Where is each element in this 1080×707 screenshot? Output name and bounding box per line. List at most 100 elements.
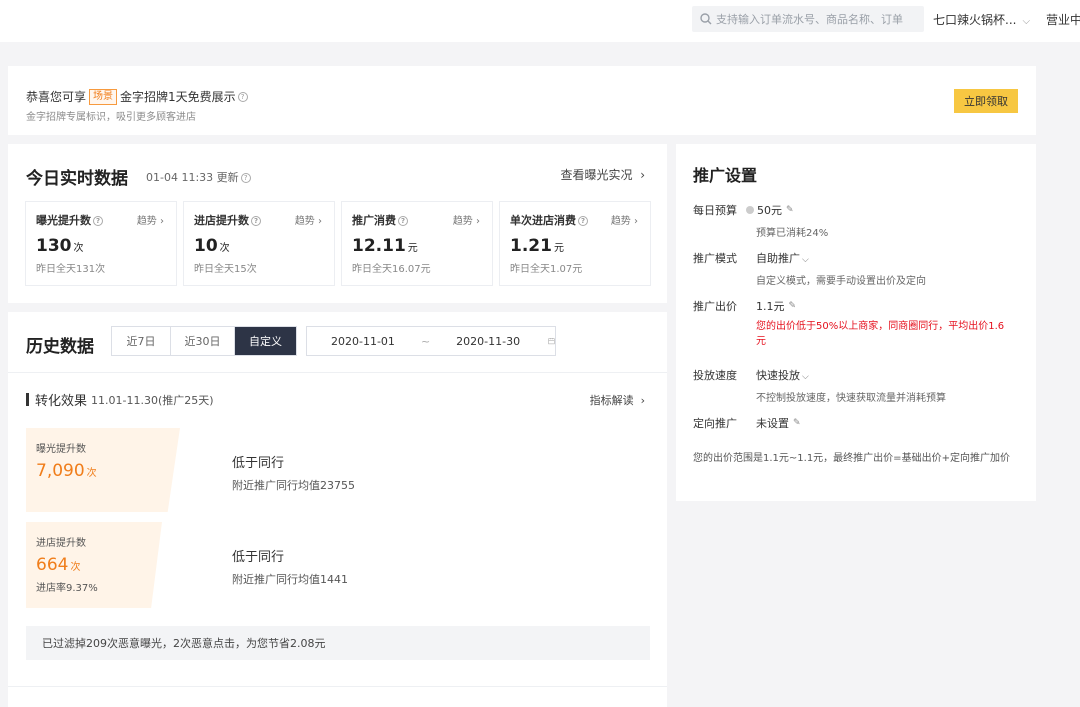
search-icon (700, 13, 712, 25)
edit-icon[interactable]: ✎ (789, 301, 797, 311)
help-icon[interactable]: ? (237, 91, 248, 102)
settings-title: 推广设置 (693, 166, 758, 185)
trend-link[interactable]: 趋势 › (611, 212, 638, 227)
chevron-right-icon: › (160, 216, 164, 227)
metric-card-cost-per-visit: 单次进店消费? 趋势 › 1.21 元 昨日全天1.07元 (499, 201, 651, 286)
conversion-range: 11.01-11.30(推广25天) (91, 393, 214, 407)
metric-value: 1.21 元 (510, 236, 564, 256)
banner-subtitle: 金字招牌专属标识，吸引更多顾客进店 (26, 112, 196, 123)
edit-icon[interactable]: ✎ (793, 418, 801, 428)
bid-label: 推广出价 (693, 300, 737, 313)
chevron-right-icon: › (318, 216, 322, 227)
bid-row: 推广出价 1.1元 ✎ (693, 298, 796, 314)
targeting-label: 定向推广 (693, 417, 737, 430)
divider (8, 686, 667, 687)
mode-note: 自定义模式，需要手动设置出价及定向 (756, 276, 926, 287)
today-title: 今日实时数据 (26, 169, 128, 189)
banner-prefix: 恭喜您可享 (26, 90, 87, 104)
tab-last-7-days[interactable]: 近7日 (112, 327, 171, 355)
filter-note: 已过滤掉209次恶意曝光，2次恶意点击，为您节省2.08元 (26, 626, 650, 660)
compare-label: 低于同行 (232, 550, 285, 565)
chevron-down-icon: ⌵ (1022, 16, 1031, 27)
store-name: 七口辣火锅杯... (933, 13, 1017, 27)
speed-row: 投放速度 快速投放 ⌵ (693, 367, 809, 383)
chevron-right-icon: › (634, 216, 638, 227)
info-icon[interactable] (746, 206, 754, 214)
funnel-compare-exposure: 低于同行 附近推广同行均值23755 (232, 452, 355, 493)
speed-select[interactable]: 快速投放 ⌵ (756, 367, 809, 383)
promo-banner: 恭喜您可享 场景 金字招牌1天免费展示 ? 金字招牌专属标识，吸引更多顾客进店 … (8, 66, 1036, 135)
range-tabs: 近7日 近30日 自定义 (111, 326, 297, 356)
end-date[interactable]: 2020-11-30 (456, 335, 520, 348)
budget-value: 50元 (757, 204, 782, 217)
metric-explain-link[interactable]: 指标解读 › (590, 392, 645, 408)
bid-range-note: 您的出价范围是1.1元~1.1元，最终推广出价=基础出价+定向推广加价 (693, 453, 1010, 464)
targeting-row: 定向推广 未设置 ✎ (693, 415, 801, 431)
history-title: 历史数据 (26, 337, 94, 357)
help-icon[interactable]: ? (240, 173, 251, 183)
promotion-settings-panel: 推广设置 每日预算 50元 ✎ 预算已消耗24% 推广模式 自助推广 ⌵ 自定义模… (676, 144, 1036, 501)
funnel-step-visits: 进店提升数 664 次 进店率9.37% (26, 522, 162, 608)
banner-title: 金字招牌1天免费展示 (120, 90, 236, 104)
date-separator: ~ (420, 334, 431, 348)
help-icon[interactable]: ? (398, 216, 408, 226)
budget-label: 每日预算 (693, 204, 737, 217)
start-date[interactable]: 2020-11-01 (331, 335, 395, 348)
speed-note: 不控制投放速度，快速获取流量并消耗预算 (756, 393, 946, 404)
metric-card-visits: 进店提升数? 趋势 › 10 次 昨日全天15次 (183, 201, 335, 286)
compare-label: 低于同行 (232, 456, 285, 471)
help-icon[interactable]: ? (251, 216, 261, 226)
mode-row: 推广模式 自助推广 ⌵ (693, 250, 809, 266)
search-box[interactable]: 支持输入订单流水号、商品名称、订单 (692, 6, 924, 32)
store-selector[interactable]: 七口辣火锅杯... ⌵ (933, 11, 1030, 28)
budget-row: 每日预算 50元 ✎ (693, 202, 794, 218)
conversion-title: 转化效果 (35, 394, 88, 409)
trend-link[interactable]: 趋势 › (453, 212, 480, 227)
funnel-step-exposure: 曝光提升数 7,090 次 (26, 428, 180, 512)
update-time: 01-04 11:33 更新? (146, 169, 251, 185)
compare-detail: 附近推广同行均值1441 (232, 573, 348, 586)
metric-value: 10 次 (194, 236, 230, 256)
targeting-value: 未设置 (756, 417, 789, 430)
chevron-right-icon: › (640, 394, 645, 407)
trend-link[interactable]: 趋势 › (295, 212, 322, 227)
funnel-compare-visits: 低于同行 附近推广同行均值1441 (232, 546, 348, 587)
help-icon[interactable]: ? (578, 216, 588, 226)
conversion-heading: 转化效果 11.01-11.30(推广25天) (26, 390, 214, 409)
chevron-down-icon: ⌵ (802, 372, 809, 382)
mode-label: 推广模式 (693, 252, 737, 265)
scene-tag: 场景 (89, 88, 118, 105)
speed-label: 投放速度 (693, 369, 737, 382)
metric-card-exposure: 曝光提升数? 趋势 › 130 次 昨日全天131次 (25, 201, 177, 286)
business-status[interactable]: 营业中 (1046, 11, 1080, 28)
chevron-right-icon: › (640, 168, 645, 182)
edit-icon[interactable]: ✎ (786, 205, 794, 215)
funnel-value: 664 次 (36, 555, 81, 575)
search-input[interactable]: 支持输入订单流水号、商品名称、订单 (716, 11, 903, 27)
calendar-icon[interactable] (548, 335, 555, 347)
heading-marker (26, 393, 29, 406)
tab-custom[interactable]: 自定义 (235, 327, 296, 355)
date-range-picker[interactable]: 2020-11-01 ~ 2020-11-30 (306, 326, 556, 356)
metric-yesterday: 昨日全天1.07元 (510, 264, 583, 275)
bid-warning: 您的出价低于50%以上商家，同商圈同行，平均出价1.6元 (756, 321, 1005, 347)
metric-card-spend: 推广消费? 趋势 › 12.11 元 昨日全天16.07元 (341, 201, 493, 286)
tab-last-30-days[interactable]: 近30日 (171, 327, 235, 355)
metric-yesterday: 昨日全天131次 (36, 264, 106, 275)
compare-detail: 附近推广同行均值23755 (232, 479, 355, 492)
trend-link[interactable]: 趋势 › (137, 212, 164, 227)
funnel-value: 7,090 次 (36, 461, 97, 481)
funnel-title: 进店提升数 (36, 538, 86, 549)
mode-select[interactable]: 自助推广 ⌵ (756, 250, 809, 266)
claim-button[interactable]: 立即领取 (954, 89, 1018, 113)
metric-value: 130 次 (36, 236, 84, 256)
divider (8, 372, 667, 373)
bid-value: 1.1元 (756, 300, 785, 313)
view-exposure-link[interactable]: 查看曝光实况 › (561, 166, 645, 183)
metric-value: 12.11 元 (352, 236, 418, 256)
history-panel: 历史数据 近7日 近30日 自定义 2020-11-01 ~ 2020-11-3… (8, 312, 667, 707)
chevron-right-icon: › (476, 216, 480, 227)
help-icon[interactable]: ? (93, 216, 103, 226)
funnel-rate: 进店率9.37% (36, 583, 98, 594)
metric-yesterday: 昨日全天16.07元 (352, 264, 431, 275)
